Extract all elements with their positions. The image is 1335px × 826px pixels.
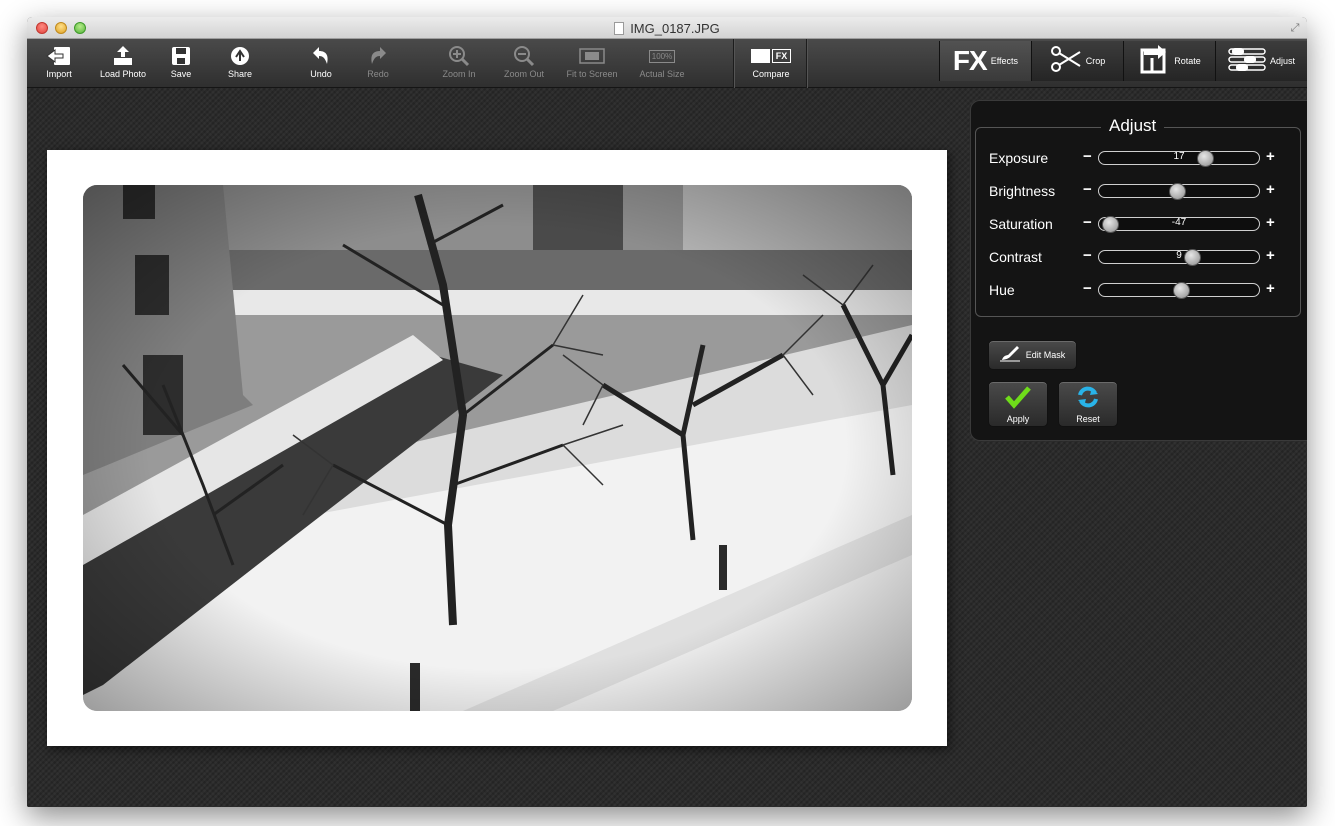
contrast-slider[interactable]: 9 bbox=[1098, 249, 1260, 266]
redo-button[interactable]: Redo bbox=[364, 39, 392, 88]
compare-icon: FX bbox=[750, 44, 792, 68]
exposure-slider[interactable]: 17 bbox=[1098, 150, 1260, 167]
scissors-icon bbox=[1050, 44, 1082, 79]
toolbar-separator bbox=[806, 39, 807, 88]
tab-effects[interactable]: FX Effects bbox=[939, 41, 1031, 81]
mode-tabs: FX Effects Crop Rotate Adjust bbox=[939, 39, 1307, 88]
save-button[interactable]: Save bbox=[167, 39, 195, 88]
undo-button[interactable]: Undo bbox=[307, 39, 335, 88]
brightness-slider-knob[interactable] bbox=[1169, 183, 1187, 200]
hue-slider[interactable]: 4 bbox=[1098, 282, 1260, 299]
window-title: IMG_0187.JPG bbox=[630, 20, 720, 36]
title-bar: IMG_0187.JPG ⤢ bbox=[27, 17, 1307, 39]
toolbar: Import Load Photo Save Share Undo Redo Z… bbox=[27, 39, 1307, 88]
zoom-in-button[interactable]: Zoom In bbox=[439, 39, 479, 88]
checkmark-icon bbox=[1005, 385, 1031, 414]
load-photo-icon bbox=[109, 44, 137, 68]
zoom-out-button[interactable]: Zoom Out bbox=[501, 39, 547, 88]
contrast-row: Contrast − 9 + bbox=[989, 247, 1275, 266]
zoom-in-icon bbox=[445, 44, 473, 68]
fit-to-screen-button[interactable]: Fit to Screen bbox=[562, 39, 622, 88]
tab-crop[interactable]: Crop bbox=[1031, 41, 1123, 81]
rotate-icon bbox=[1138, 44, 1170, 79]
apply-button[interactable]: Apply bbox=[988, 381, 1048, 427]
zoom-out-icon bbox=[510, 44, 538, 68]
undo-icon bbox=[307, 44, 335, 68]
brush-icon bbox=[999, 344, 1020, 367]
refresh-icon bbox=[1075, 385, 1101, 414]
exposure-row: Exposure − 17 + bbox=[989, 148, 1275, 167]
brightness-minus-button[interactable]: − bbox=[1083, 181, 1092, 198]
actual-size-icon: 100% bbox=[648, 44, 676, 68]
toolbar-separator bbox=[733, 39, 734, 88]
import-button[interactable]: Import bbox=[41, 39, 77, 88]
brightness-plus-button[interactable]: + bbox=[1266, 181, 1275, 198]
brightness-row: Brightness − -1 + bbox=[989, 181, 1275, 200]
hue-slider-knob[interactable] bbox=[1172, 282, 1190, 299]
saturation-slider-knob[interactable] bbox=[1102, 216, 1120, 233]
contrast-plus-button[interactable]: + bbox=[1266, 247, 1275, 264]
exposure-slider-knob[interactable] bbox=[1196, 150, 1214, 167]
fullscreen-icon[interactable]: ⤢ bbox=[1289, 22, 1301, 34]
redo-icon bbox=[364, 44, 392, 68]
adjust-title: Adjust bbox=[1101, 116, 1165, 136]
document-icon bbox=[614, 21, 625, 35]
sliders-icon bbox=[1228, 47, 1266, 76]
fit-to-screen-icon bbox=[578, 44, 606, 68]
tab-rotate[interactable]: Rotate bbox=[1123, 41, 1215, 81]
hue-plus-button[interactable]: + bbox=[1266, 280, 1275, 297]
saturation-slider[interactable]: -47 bbox=[1098, 216, 1260, 233]
saturation-row: Saturation − -47 + bbox=[989, 214, 1275, 233]
contrast-slider-knob[interactable] bbox=[1183, 249, 1201, 266]
reset-button[interactable]: Reset bbox=[1058, 381, 1118, 427]
share-icon bbox=[226, 44, 254, 68]
exposure-minus-button[interactable]: − bbox=[1083, 148, 1092, 165]
exposure-plus-button[interactable]: + bbox=[1266, 148, 1275, 165]
hue-minus-button[interactable]: − bbox=[1083, 280, 1092, 297]
compare-button[interactable]: FX Compare bbox=[748, 39, 794, 88]
adjust-panel: Adjust Exposure − 17 + Brightness − -1 +… bbox=[970, 100, 1307, 441]
photo-frame bbox=[47, 150, 947, 746]
brightness-slider[interactable]: -1 bbox=[1098, 183, 1260, 200]
saturation-plus-button[interactable]: + bbox=[1266, 214, 1275, 231]
save-icon bbox=[167, 44, 195, 68]
hue-row: Hue − 4 + bbox=[989, 280, 1275, 299]
import-icon bbox=[45, 44, 73, 68]
tab-adjust[interactable]: Adjust bbox=[1215, 41, 1307, 81]
fx-icon: FX bbox=[952, 45, 988, 76]
app-window: IMG_0187.JPG ⤢ Import Load Photo Save Sh… bbox=[27, 17, 1307, 807]
actual-size-button[interactable]: 100% Actual Size bbox=[636, 39, 688, 88]
photo-image bbox=[83, 185, 912, 711]
load-photo-button[interactable]: Load Photo bbox=[97, 39, 149, 88]
saturation-minus-button[interactable]: − bbox=[1083, 214, 1092, 231]
contrast-minus-button[interactable]: − bbox=[1083, 247, 1092, 264]
share-button[interactable]: Share bbox=[224, 39, 256, 88]
edit-mask-button[interactable]: Edit Mask bbox=[988, 340, 1077, 370]
